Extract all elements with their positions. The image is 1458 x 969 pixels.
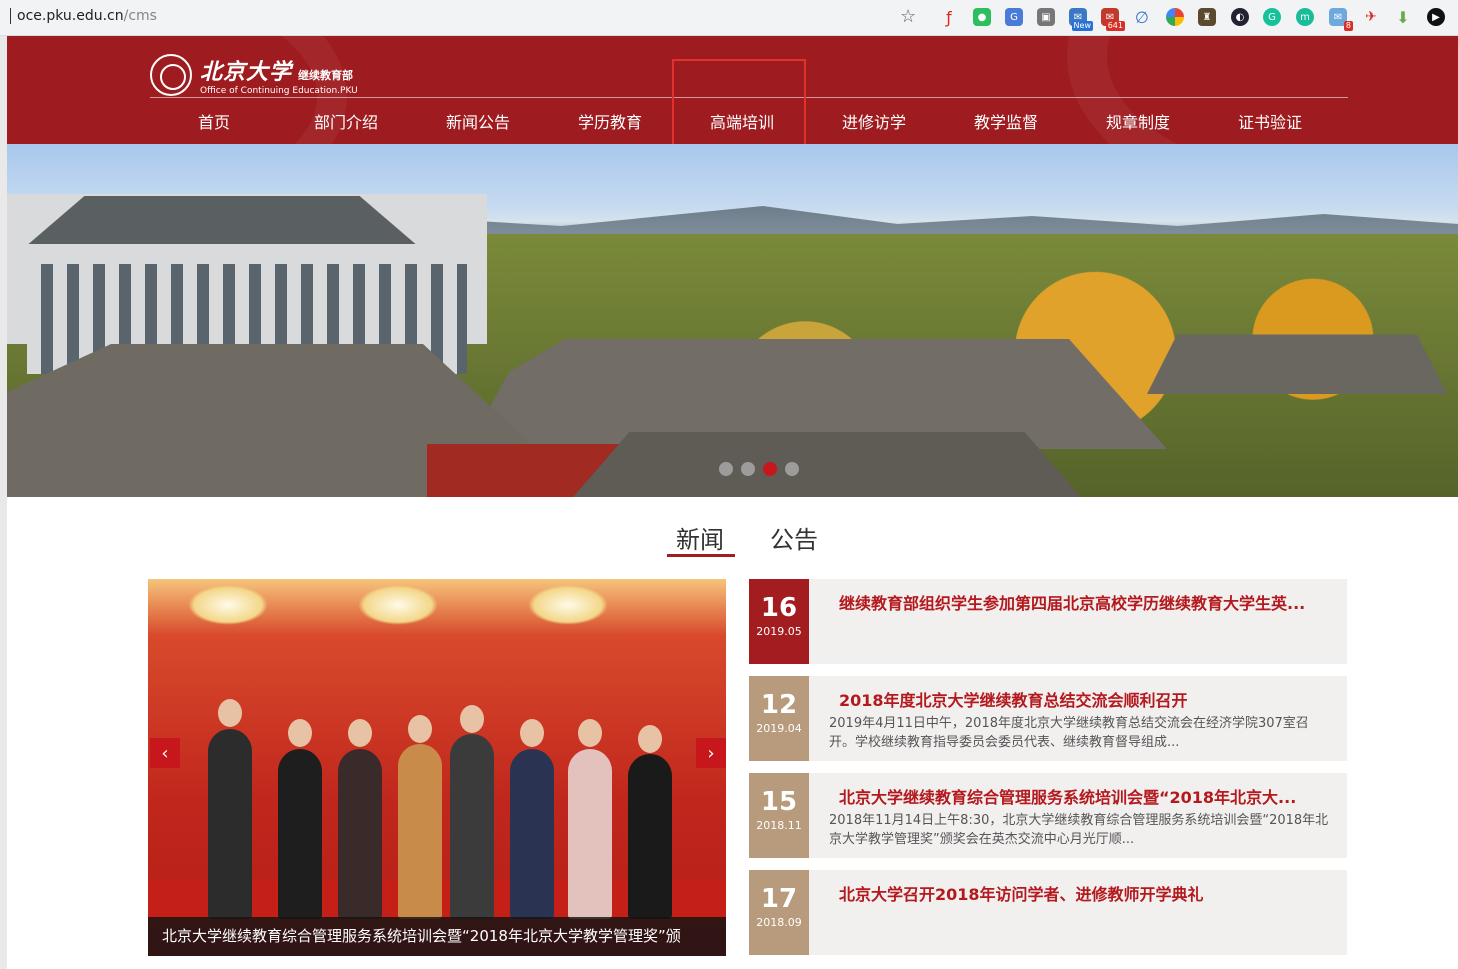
news-title[interactable]: 继续教育部组织学生参加第四届北京高校学历继续教育大学生英...	[839, 590, 1329, 614]
pku-seal-icon	[150, 54, 192, 96]
feather-extension-icon[interactable]: ∅	[1133, 8, 1151, 27]
text-cursor	[10, 8, 11, 24]
nav-item-news[interactable]: 新闻公告	[423, 109, 533, 133]
featured-news-photo[interactable]: ‹ › 北京大学继续教育综合管理服务系统培训会暨“2018年北京大学教学管理奖”…	[148, 579, 726, 956]
mail-extension-icon[interactable]: ✉ 641	[1101, 8, 1125, 31]
carousel-dot[interactable]	[785, 462, 799, 476]
news-date-box: 17 2018.09	[749, 870, 809, 955]
flash-extension-icon[interactable]: ƒ	[940, 8, 958, 27]
browser-toolbar: oce.pku.edu.cn/cms ☆ ƒ ● G ▣ ✉ New ✉ 641 ∅…	[0, 0, 1458, 36]
news-item[interactable]: 16 2019.05 继续教育部组织学生参加第四届北京高校学历继续教育大学生英.…	[749, 579, 1347, 664]
logo-university-name: 北京大学	[200, 59, 293, 85]
url-host: oce.pku.edu.cn	[17, 8, 124, 24]
new-badge: New	[1071, 21, 1093, 31]
news-year-month: 2019.04	[756, 722, 802, 735]
new-extension-icon[interactable]: ✉ New	[1069, 8, 1093, 31]
tab-news[interactable]: 新闻	[676, 520, 724, 555]
carousel-prev-button[interactable]: ‹	[150, 738, 180, 768]
url-path: /cms	[123, 8, 157, 24]
news-day: 16	[760, 593, 798, 623]
news-day: 12	[760, 690, 798, 720]
carousel-dot[interactable]	[719, 462, 733, 476]
carousel-dot[interactable]	[741, 462, 755, 476]
nav-item-degree-education[interactable]: 学历教育	[555, 109, 665, 133]
news-summary: 2019年4月11日中午，2018年度北京大学继续教育总结交流会在经济学院307…	[829, 716, 1309, 750]
camera-extension-icon[interactable]: ▣	[1037, 8, 1055, 26]
site-logo[interactable]: 北京大学 继续教育部 Office of Continuing Education…	[150, 50, 358, 100]
logo-department-name: 继续教育部	[298, 69, 354, 82]
address-bar[interactable]: oce.pku.edu.cn/cms	[10, 8, 157, 24]
news-year-month: 2019.05	[756, 625, 802, 638]
message-badge: 8	[1343, 21, 1353, 31]
hat-extension-icon[interactable]: ♜	[1198, 8, 1216, 26]
news-day: 15	[760, 787, 798, 817]
bookmark-star-icon[interactable]: ☆	[900, 6, 916, 27]
evernote-extension-icon[interactable]: ●	[973, 8, 991, 26]
carousel-dots	[719, 462, 799, 476]
news-date-box: 12 2019.04	[749, 676, 809, 761]
nav-item-teaching-supervision[interactable]: 教学监督	[951, 109, 1061, 133]
news-item[interactable]: 12 2019.04 2018年度北京大学继续教育总结交流会顺利召开 2019年…	[749, 676, 1347, 761]
chandelier	[528, 585, 608, 625]
tab-active-indicator	[667, 554, 735, 557]
news-title[interactable]: 2018年度北京大学继续教育总结交流会顺利召开	[839, 687, 1329, 711]
banner-roof	[1147, 334, 1447, 394]
nav-item-regulations[interactable]: 规章制度	[1083, 109, 1193, 133]
translate-extension-icon[interactable]: G	[1005, 8, 1023, 26]
nav-item-about[interactable]: 部门介绍	[291, 109, 401, 133]
carousel-dot-active[interactable]	[763, 462, 777, 476]
news-day: 17	[760, 884, 798, 914]
page-gutter	[0, 36, 7, 969]
nav-item-certificate-verification[interactable]: 证书验证	[1215, 109, 1325, 133]
chrome-extension-icon[interactable]	[1166, 8, 1184, 26]
banner-building-roof	[28, 196, 416, 244]
carousel-next-button[interactable]: ›	[696, 738, 726, 768]
moon-extension-icon[interactable]: ◐	[1231, 8, 1249, 26]
pin-extension-icon[interactable]: ✈	[1362, 8, 1380, 26]
news-year-month: 2018.11	[756, 819, 802, 832]
news-year-month: 2018.09	[756, 916, 802, 929]
news-item[interactable]: 17 2018.09 北京大学召开2018年访问学者、进修教师开学典礼	[749, 870, 1347, 955]
nav-item-visiting-study[interactable]: 进修访学	[819, 109, 929, 133]
news-title[interactable]: 北京大学继续教育综合管理服务系统培训会暨“2018年北京大...	[839, 784, 1329, 808]
news-item[interactable]: 15 2018.11 北京大学继续教育综合管理服务系统培训会暨“2018年北京大…	[749, 773, 1347, 858]
m-extension-icon[interactable]: m	[1296, 8, 1314, 26]
play-extension-icon[interactable]: ▶	[1427, 8, 1445, 26]
nav-item-home[interactable]: 首页	[159, 109, 269, 133]
news-date-box: 16 2019.05	[749, 579, 809, 664]
grammarly-extension-icon[interactable]: G	[1263, 8, 1281, 26]
chandelier	[358, 585, 438, 625]
message-extension-icon[interactable]: ✉ 8	[1329, 8, 1353, 31]
tab-notice[interactable]: 公告	[770, 520, 818, 555]
featured-news-caption[interactable]: 北京大学继续教育综合管理服务系统培训会暨“2018年北京大学教学管理奖”颁	[148, 917, 726, 956]
hero-banner	[7, 144, 1458, 497]
news-summary: 2018年11月14日上午8:30，北京大学继续教育综合管理服务系统培训会暨“2…	[829, 813, 1329, 847]
download-extension-icon[interactable]: ⬇	[1394, 8, 1412, 27]
news-date-box: 15 2018.11	[749, 773, 809, 858]
mail-badge: 641	[1105, 21, 1125, 31]
group-photo-people	[188, 689, 688, 919]
news-title[interactable]: 北京大学召开2018年访问学者、进修教师开学典礼	[839, 881, 1329, 905]
chandelier	[188, 585, 268, 625]
logo-english-name: Office of Continuing Education.PKU	[200, 86, 358, 96]
